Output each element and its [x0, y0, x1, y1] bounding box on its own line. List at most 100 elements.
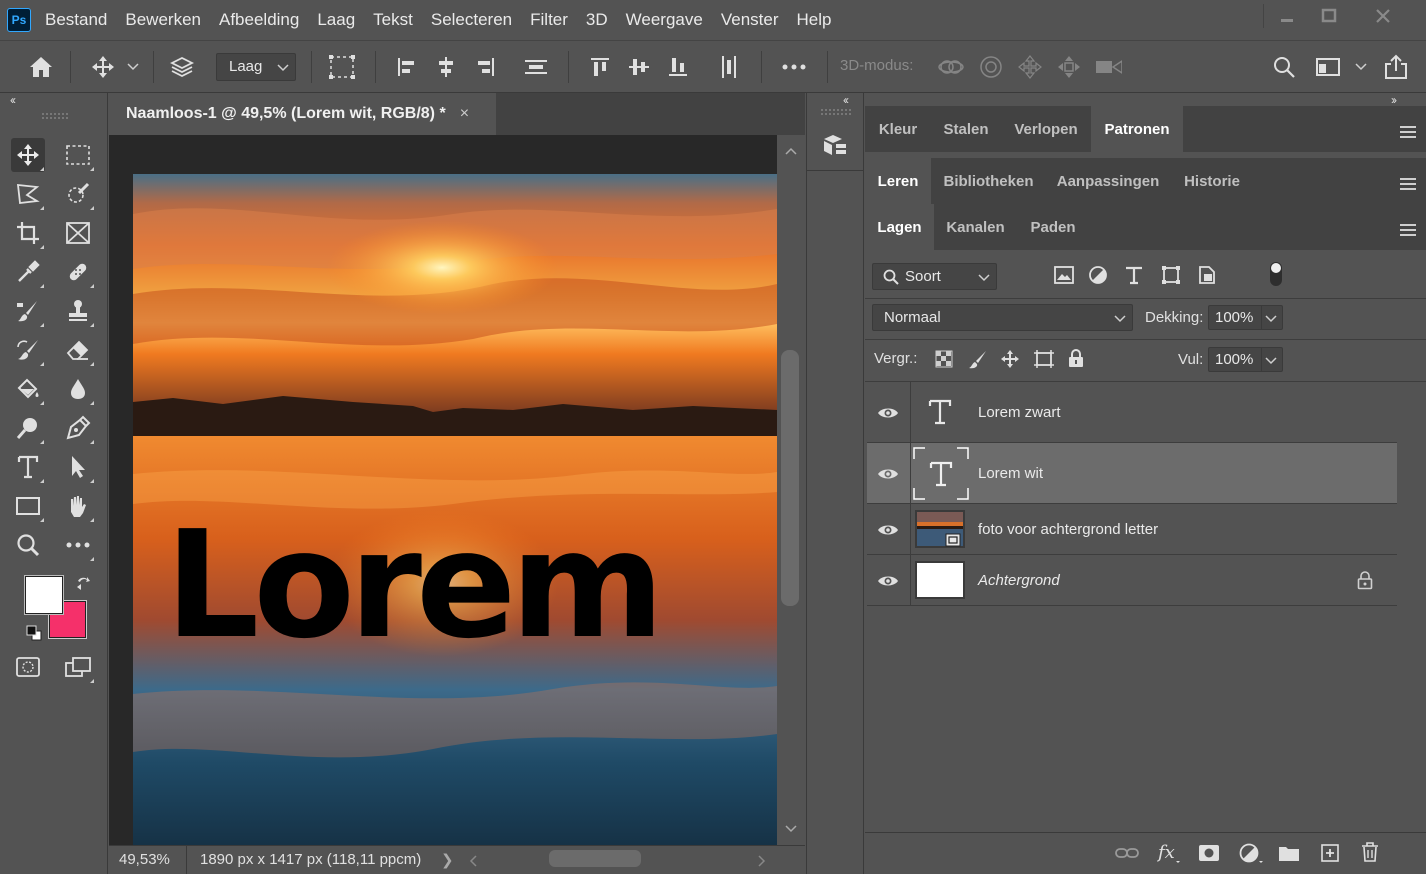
add-mask-icon[interactable] [1198, 844, 1220, 862]
frame-tool-icon[interactable] [61, 216, 95, 250]
tab-verlopen[interactable]: Verlopen [1001, 106, 1091, 152]
layer-row-selected[interactable]: Lorem wit [867, 443, 1397, 504]
paint-bucket-tool-icon[interactable] [11, 372, 45, 406]
menu-tekst[interactable]: Tekst [373, 10, 413, 30]
home-icon[interactable] [27, 53, 55, 81]
tab-kleur[interactable]: Kleur [865, 106, 931, 152]
menu-weergave[interactable]: Weergave [626, 10, 703, 30]
chevron-down-icon[interactable] [124, 53, 142, 81]
visibility-eye-icon[interactable] [877, 574, 899, 588]
move-tool-icon[interactable] [11, 138, 45, 172]
canvas-lorem-text[interactable]: Lorem [165, 499, 665, 671]
layer-name[interactable]: Lorem wit [978, 465, 1043, 482]
filter-pixel-layers-icon[interactable] [1054, 266, 1074, 284]
layer-name[interactable]: foto voor achtergrond letter [978, 521, 1158, 538]
eyedropper-tool-icon[interactable] [11, 255, 45, 289]
tab-patronen[interactable]: Patronen [1091, 106, 1183, 152]
restore-icon[interactable] [1304, 0, 1354, 32]
align-left-icon[interactable] [393, 53, 421, 81]
foreground-color-swatch[interactable] [24, 575, 64, 615]
dodge-tool-icon[interactable] [11, 411, 45, 445]
collapse-panel-icon[interactable]: ‹‹ [10, 93, 16, 107]
roll-3d-icon[interactable] [977, 53, 1005, 81]
scroll-left-icon[interactable] [469, 855, 477, 867]
pen-tool-icon[interactable] [61, 411, 95, 445]
quick-mask-icon[interactable] [11, 650, 45, 684]
default-colors-icon[interactable] [26, 625, 42, 641]
photoshop-logo[interactable]: Ps [7, 8, 31, 32]
adjustment-layer-icon[interactable] [1238, 842, 1264, 864]
tab-lagen[interactable]: Lagen [865, 204, 934, 250]
swap-colors-icon[interactable] [75, 575, 91, 591]
lasso-tool-icon[interactable] [11, 177, 45, 211]
rectangle-tool-icon[interactable] [11, 489, 45, 523]
layers-scroll-area[interactable] [1397, 382, 1426, 832]
layer-row[interactable]: Achtergrond [867, 555, 1397, 606]
filter-type-layers-icon[interactable] [1124, 265, 1144, 285]
scroll-up-icon[interactable] [785, 147, 797, 155]
distribute-v-icon[interactable] [715, 53, 743, 81]
blend-mode-dropdown[interactable]: Normaal [872, 304, 1133, 331]
tab-aanpassingen[interactable]: Aanpassingen [1046, 158, 1170, 204]
horizontal-scroll-thumb[interactable] [549, 850, 641, 867]
menu-afbeelding[interactable]: Afbeelding [219, 10, 299, 30]
collapse-dock-icon[interactable]: ‹‹ [843, 93, 849, 107]
fill-input[interactable]: 100% [1208, 347, 1283, 372]
lock-all-icon[interactable] [1068, 349, 1084, 368]
distribute-h-icon[interactable] [522, 53, 550, 81]
drag-3d-icon[interactable] [1016, 53, 1044, 81]
document-canvas[interactable]: Lorem [133, 174, 777, 845]
move-icon[interactable] [89, 53, 117, 81]
layer-row[interactable]: Lorem zwart [867, 382, 1397, 443]
layer-name[interactable]: Lorem zwart [978, 404, 1061, 421]
more-icon[interactable] [780, 53, 808, 81]
auto-select-layers-icon[interactable] [168, 53, 196, 81]
new-group-icon[interactable] [1278, 844, 1300, 862]
crop-tool-icon[interactable] [11, 216, 45, 250]
camera-3d-icon[interactable] [1094, 53, 1122, 81]
info-menu-icon[interactable]: ❯ [441, 851, 454, 869]
layer-row[interactable]: foto voor achtergrond letter [867, 504, 1397, 555]
chevron-down-icon[interactable] [1265, 357, 1277, 365]
vertical-scroll-thumb[interactable] [781, 350, 799, 606]
close-tab-icon[interactable]: × [460, 105, 469, 123]
layer-filter-dropdown[interactable]: Soort [872, 263, 997, 290]
align-bottom-icon[interactable] [664, 53, 692, 81]
clone-stamp-tool-icon[interactable] [61, 294, 95, 328]
orbit-3d-icon[interactable] [937, 53, 965, 81]
delete-layer-icon[interactable] [1361, 842, 1379, 862]
fx-icon[interactable]: fx [1157, 842, 1181, 864]
hand-tool-icon[interactable] [61, 489, 95, 523]
tab-historie[interactable]: Historie [1170, 158, 1254, 204]
collapse-panels-icon[interactable]: ›› [1391, 93, 1397, 107]
filter-shape-layers-icon[interactable] [1161, 265, 1181, 285]
chevron-down-icon[interactable] [1352, 53, 1370, 81]
edit-toolbar-icon[interactable] [61, 528, 95, 562]
panel-menu-icon[interactable] [1400, 178, 1416, 190]
tab-paden[interactable]: Paden [1017, 204, 1089, 250]
lock-transparent-pixels-icon[interactable] [935, 350, 953, 368]
align-middle-v-icon[interactable] [625, 53, 653, 81]
path-selection-tool-icon[interactable] [61, 450, 95, 484]
filter-smart-objects-icon[interactable] [1198, 265, 1216, 285]
menu-venster[interactable]: Venster [721, 10, 779, 30]
visibility-eye-icon[interactable] [877, 406, 899, 420]
visibility-eye-icon[interactable] [877, 467, 899, 481]
close-icon[interactable] [1358, 0, 1408, 32]
tab-bibliotheken[interactable]: Bibliotheken [931, 158, 1046, 204]
document-tab[interactable]: Naamloos-1 @ 49,5% (Lorem wit, RGB/8) * … [109, 93, 496, 135]
filter-adjustment-layers-icon[interactable] [1088, 265, 1108, 285]
menu-selecteren[interactable]: Selecteren [431, 10, 512, 30]
history-brush-tool-icon[interactable] [11, 333, 45, 367]
chevron-down-icon[interactable] [1265, 315, 1277, 323]
menu-filter[interactable]: Filter [530, 10, 568, 30]
lock-image-pixels-icon[interactable] [968, 349, 988, 369]
menu-help[interactable]: Help [797, 10, 832, 30]
transform-controls-icon[interactable] [328, 53, 356, 81]
slide-3d-icon[interactable] [1055, 53, 1083, 81]
link-layers-icon[interactable] [1115, 846, 1139, 860]
brush-tool-icon[interactable] [11, 294, 45, 328]
marquee-tool-icon[interactable] [61, 138, 95, 172]
workspace-icon[interactable] [1314, 53, 1342, 81]
panel-menu-icon[interactable] [1400, 224, 1416, 236]
